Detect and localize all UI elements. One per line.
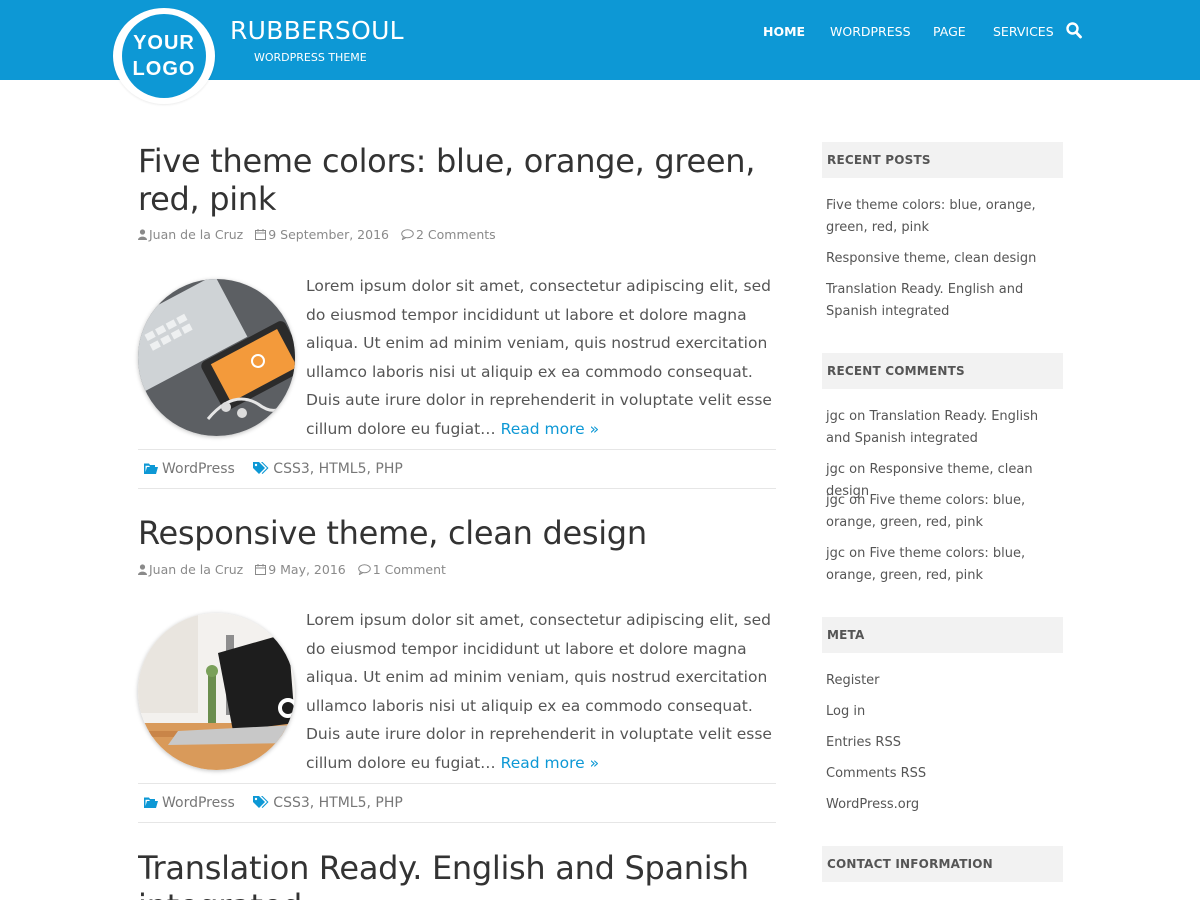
excerpt-text: Lorem ipsum dolor sit amet, consectetur … bbox=[306, 277, 772, 438]
folder-icon bbox=[144, 463, 158, 479]
post-article: Responsive theme, clean design Juan de l… bbox=[138, 514, 778, 824]
post-comments-link[interactable]: 1 Comment bbox=[373, 562, 446, 577]
post-author[interactable]: Juan de la Cruz bbox=[149, 227, 243, 242]
meta-link-comments-rss[interactable]: Comments RSS bbox=[826, 763, 1061, 785]
post-title[interactable]: Five theme colors: blue, orange, green, … bbox=[138, 142, 778, 218]
comment-icon bbox=[401, 228, 414, 243]
post-footer: WordPress CSS3, HTML5, PHP bbox=[138, 449, 776, 489]
calendar-icon bbox=[255, 563, 267, 578]
post-thumbnail[interactable] bbox=[138, 279, 295, 436]
site-description: WORDPRESS THEME bbox=[254, 51, 367, 64]
user-icon bbox=[138, 228, 147, 243]
tags-icon bbox=[253, 462, 269, 479]
meta-link-register[interactable]: Register bbox=[826, 670, 1061, 692]
recent-comment-link[interactable]: jgc on Translation Ready. English and Sp… bbox=[826, 406, 1061, 450]
post-date: 9 May, 2016 bbox=[268, 562, 346, 577]
widget-heading-recent-comments: RECENT COMMENTS bbox=[822, 353, 1063, 389]
site-logo[interactable]: YOUR LOGO bbox=[113, 8, 215, 104]
meta-link-entries-rss[interactable]: Entries RSS bbox=[826, 732, 1061, 754]
tags-icon bbox=[253, 796, 269, 813]
user-icon bbox=[138, 563, 147, 578]
read-more-link[interactable]: Read more » bbox=[501, 754, 599, 772]
excerpt-text: Lorem ipsum dolor sit amet, consectetur … bbox=[306, 611, 772, 772]
post-excerpt: Lorem ipsum dolor sit amet, consectetur … bbox=[306, 606, 781, 777]
meta-link-wordpress-org[interactable]: WordPress.org bbox=[826, 794, 1061, 816]
nav-item-home[interactable]: HOME bbox=[763, 24, 805, 39]
post-comments-link[interactable]: 2 Comments bbox=[416, 227, 496, 242]
calendar-icon bbox=[255, 228, 267, 243]
folder-icon bbox=[144, 797, 158, 813]
recent-comment-link[interactable]: jgc on Five theme colors: blue, orange, … bbox=[826, 490, 1061, 534]
nav-item-wordpress[interactable]: WORDPRESS bbox=[830, 24, 911, 39]
logo-text-line2: LOGO bbox=[132, 58, 196, 80]
widget-heading-contact: CONTACT INFORMATION bbox=[822, 846, 1063, 882]
comment-icon bbox=[357, 563, 371, 578]
post-title[interactable]: Responsive theme, clean design bbox=[138, 514, 778, 552]
post-date: 9 September, 2016 bbox=[268, 227, 389, 242]
nav-item-page[interactable]: PAGE bbox=[933, 24, 966, 39]
post-tags[interactable]: CSS3, HTML5, PHP bbox=[273, 461, 403, 477]
post-meta: Juan de la Cruz 9 May, 2016 1 Comment bbox=[138, 562, 446, 578]
meta-link-login[interactable]: Log in bbox=[826, 701, 1061, 723]
post-thumbnail[interactable] bbox=[138, 613, 295, 770]
read-more-link[interactable]: Read more » bbox=[501, 420, 599, 438]
recent-comment-link[interactable]: jgc on Five theme colors: blue, orange, … bbox=[826, 543, 1061, 587]
post-footer: WordPress CSS3, HTML5, PHP bbox=[138, 783, 776, 823]
post-article: Translation Ready. English and Spanish i… bbox=[138, 849, 778, 900]
recent-post-link[interactable]: Translation Ready. English and Spanish i… bbox=[826, 279, 1061, 323]
widget-heading-recent-posts: RECENT POSTS bbox=[822, 142, 1063, 178]
recent-post-link[interactable]: Five theme colors: blue, orange, green, … bbox=[826, 195, 1061, 239]
search-icon[interactable] bbox=[1066, 22, 1082, 39]
post-tags[interactable]: CSS3, HTML5, PHP bbox=[273, 795, 403, 811]
post-title[interactable]: Translation Ready. English and Spanish i… bbox=[138, 849, 778, 900]
post-excerpt: Lorem ipsum dolor sit amet, consectetur … bbox=[306, 272, 781, 443]
site-header: YOUR LOGO RUBBERSOUL WORDPRESS THEME HOM… bbox=[0, 0, 1200, 104]
main-nav: HOME WORDPRESS PAGE SERVICES bbox=[0, 24, 1200, 44]
recent-post-link[interactable]: Responsive theme, clean design bbox=[826, 248, 1061, 270]
post-article: Five theme colors: blue, orange, green, … bbox=[138, 142, 778, 492]
post-meta: Juan de la Cruz 9 September, 2016 2 Comm… bbox=[138, 227, 496, 243]
nav-item-services[interactable]: SERVICES bbox=[993, 24, 1054, 39]
post-category-link[interactable]: WordPress bbox=[162, 461, 235, 477]
post-category-link[interactable]: WordPress bbox=[162, 795, 235, 811]
post-author[interactable]: Juan de la Cruz bbox=[149, 562, 243, 577]
widget-heading-meta: META bbox=[822, 617, 1063, 653]
